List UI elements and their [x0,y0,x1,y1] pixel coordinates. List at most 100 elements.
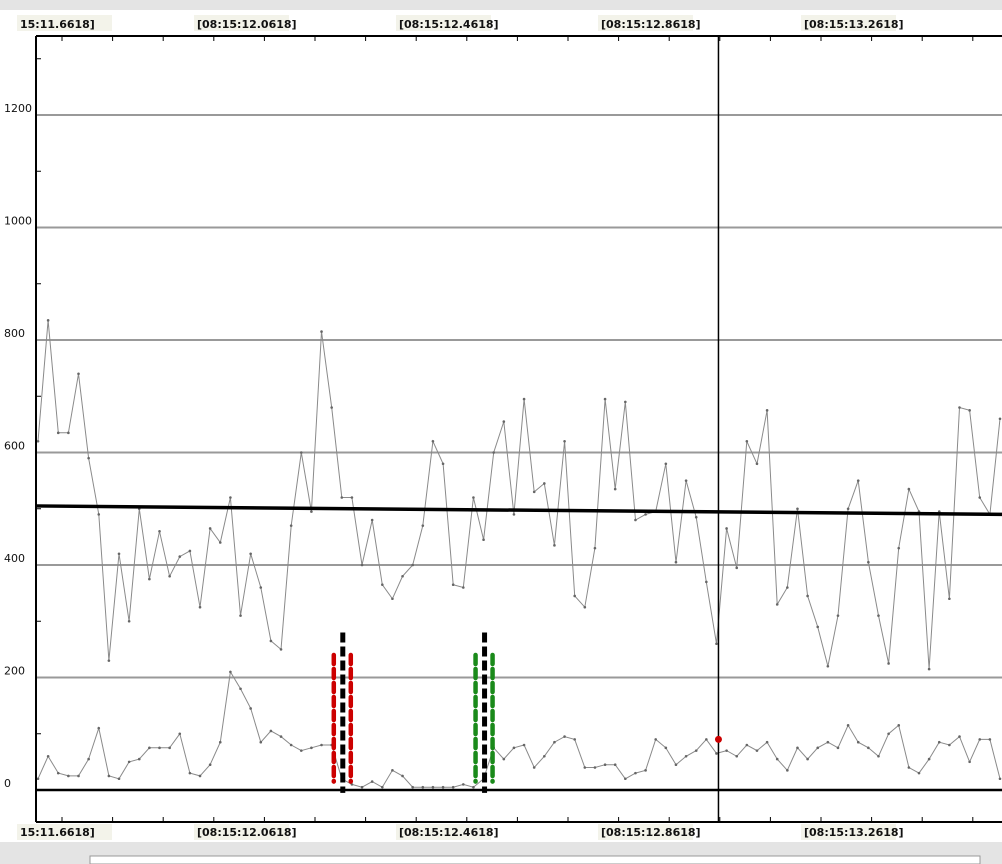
x-tick-label-top: 15:11.6618] [20,18,95,31]
x-tick-label-bottom: 15:11.6618] [20,826,95,839]
series-2-point [563,735,566,738]
x-tick-label-bottom: [08:15:13.2618] [804,826,904,839]
series-2-point [289,743,293,747]
series-2-point [148,746,151,750]
x-tick-label-bottom: [08:15:12.4618] [399,826,499,839]
series-1-point [684,479,688,482]
series-2-point [725,749,728,752]
series-2-point [208,763,212,766]
series-2-point [988,738,992,741]
series-2-point [836,746,840,750]
series-1-point [634,518,637,522]
series-1-point [46,319,50,322]
series-1-point [360,563,364,567]
series-2-point [978,738,982,741]
series-1-point [755,462,759,466]
y-tick-label: 600 [4,440,25,453]
series-2-point [97,726,101,730]
y-tick-label: 400 [4,552,25,565]
series-1-point [391,597,394,601]
series-2-point [198,774,202,778]
series-1-point [786,586,789,589]
series-1-point [340,496,344,499]
series-2-point [705,738,708,741]
series-2-point [745,743,749,747]
series-2-point [380,785,384,789]
series-2-point [603,763,607,766]
series-2-point [877,754,880,758]
series-2-point [188,771,192,775]
series-1-point [674,560,678,564]
series-2-point [310,746,313,750]
series-1-point [178,555,182,558]
series-1-point [705,580,708,584]
series-1-point [36,439,40,443]
series-1-point [512,513,516,516]
series-1-point [127,619,131,623]
series-2-point [269,729,273,733]
series-1-point [603,397,607,401]
series-1-point [56,431,60,435]
series-1-point [330,406,333,409]
series-1-point [816,625,820,629]
series-1-point [948,597,951,601]
series-1-point [735,566,739,570]
chart-panel[interactable]: 0 200 400 600 800 1000 1200 15:11.6618] [08:15:1… [0,0,1002,864]
series-2-point [735,754,739,758]
series-1-point [826,664,830,668]
series-2-point [320,743,323,747]
series-2-point [249,707,252,710]
series-2-point [958,735,961,738]
y-tick-label: 1000 [4,215,32,228]
series-2-point [451,785,455,789]
series-1-point [188,549,192,553]
series-2-point [937,740,941,744]
series-2-point [786,769,789,772]
x-tick-label-top: [08:15:13.2618] [804,18,904,31]
series-1-point [775,603,779,606]
series-2-point [87,757,90,761]
series-1-point [573,594,576,598]
y-tick-label: 200 [4,665,25,678]
series-1-point [543,482,546,485]
series-2-point [279,735,283,738]
series-1-point [867,560,870,564]
series-1-point [644,513,647,516]
series-1-point [532,490,536,494]
x-tick-label-top: [08:15:12.0618] [197,18,297,31]
series-1-point [745,439,749,443]
series-1-point [887,662,890,665]
series-1-point [320,330,323,333]
series-1-point [765,409,769,412]
chart-svg[interactable]: 0 200 400 600 800 1000 1200 15:11.6618] [08:15:1… [0,0,1002,864]
series-2-point [532,766,536,769]
bottom-scrollbar[interactable] [89,855,981,864]
series-2-point [158,746,161,750]
series-2-point [644,769,647,772]
series-2-point [391,769,394,772]
series-1-point [229,496,232,499]
series-2-point [502,757,506,761]
series-1-point [725,527,728,530]
series-1-point [968,409,971,412]
series-1-point [846,507,850,511]
series-1-point [158,529,161,533]
series-2-point [239,687,242,691]
series-2-point [431,785,435,789]
series-2-point [694,749,698,752]
series-2-point [229,670,232,674]
series-2-point [472,785,475,789]
series-2-point [826,740,830,744]
series-2-point [806,757,809,761]
y-tick-label: 800 [4,327,25,340]
series-1-point [198,605,202,609]
series-1-point [522,397,526,401]
highlight-point[interactable] [714,735,722,743]
series-2-point [664,746,668,750]
series-2-point [401,774,404,778]
series-1-point [239,614,242,617]
series-1-point [462,586,465,589]
series-1-point [279,648,283,651]
series-2-point [897,724,901,727]
series-1-point [593,546,597,550]
